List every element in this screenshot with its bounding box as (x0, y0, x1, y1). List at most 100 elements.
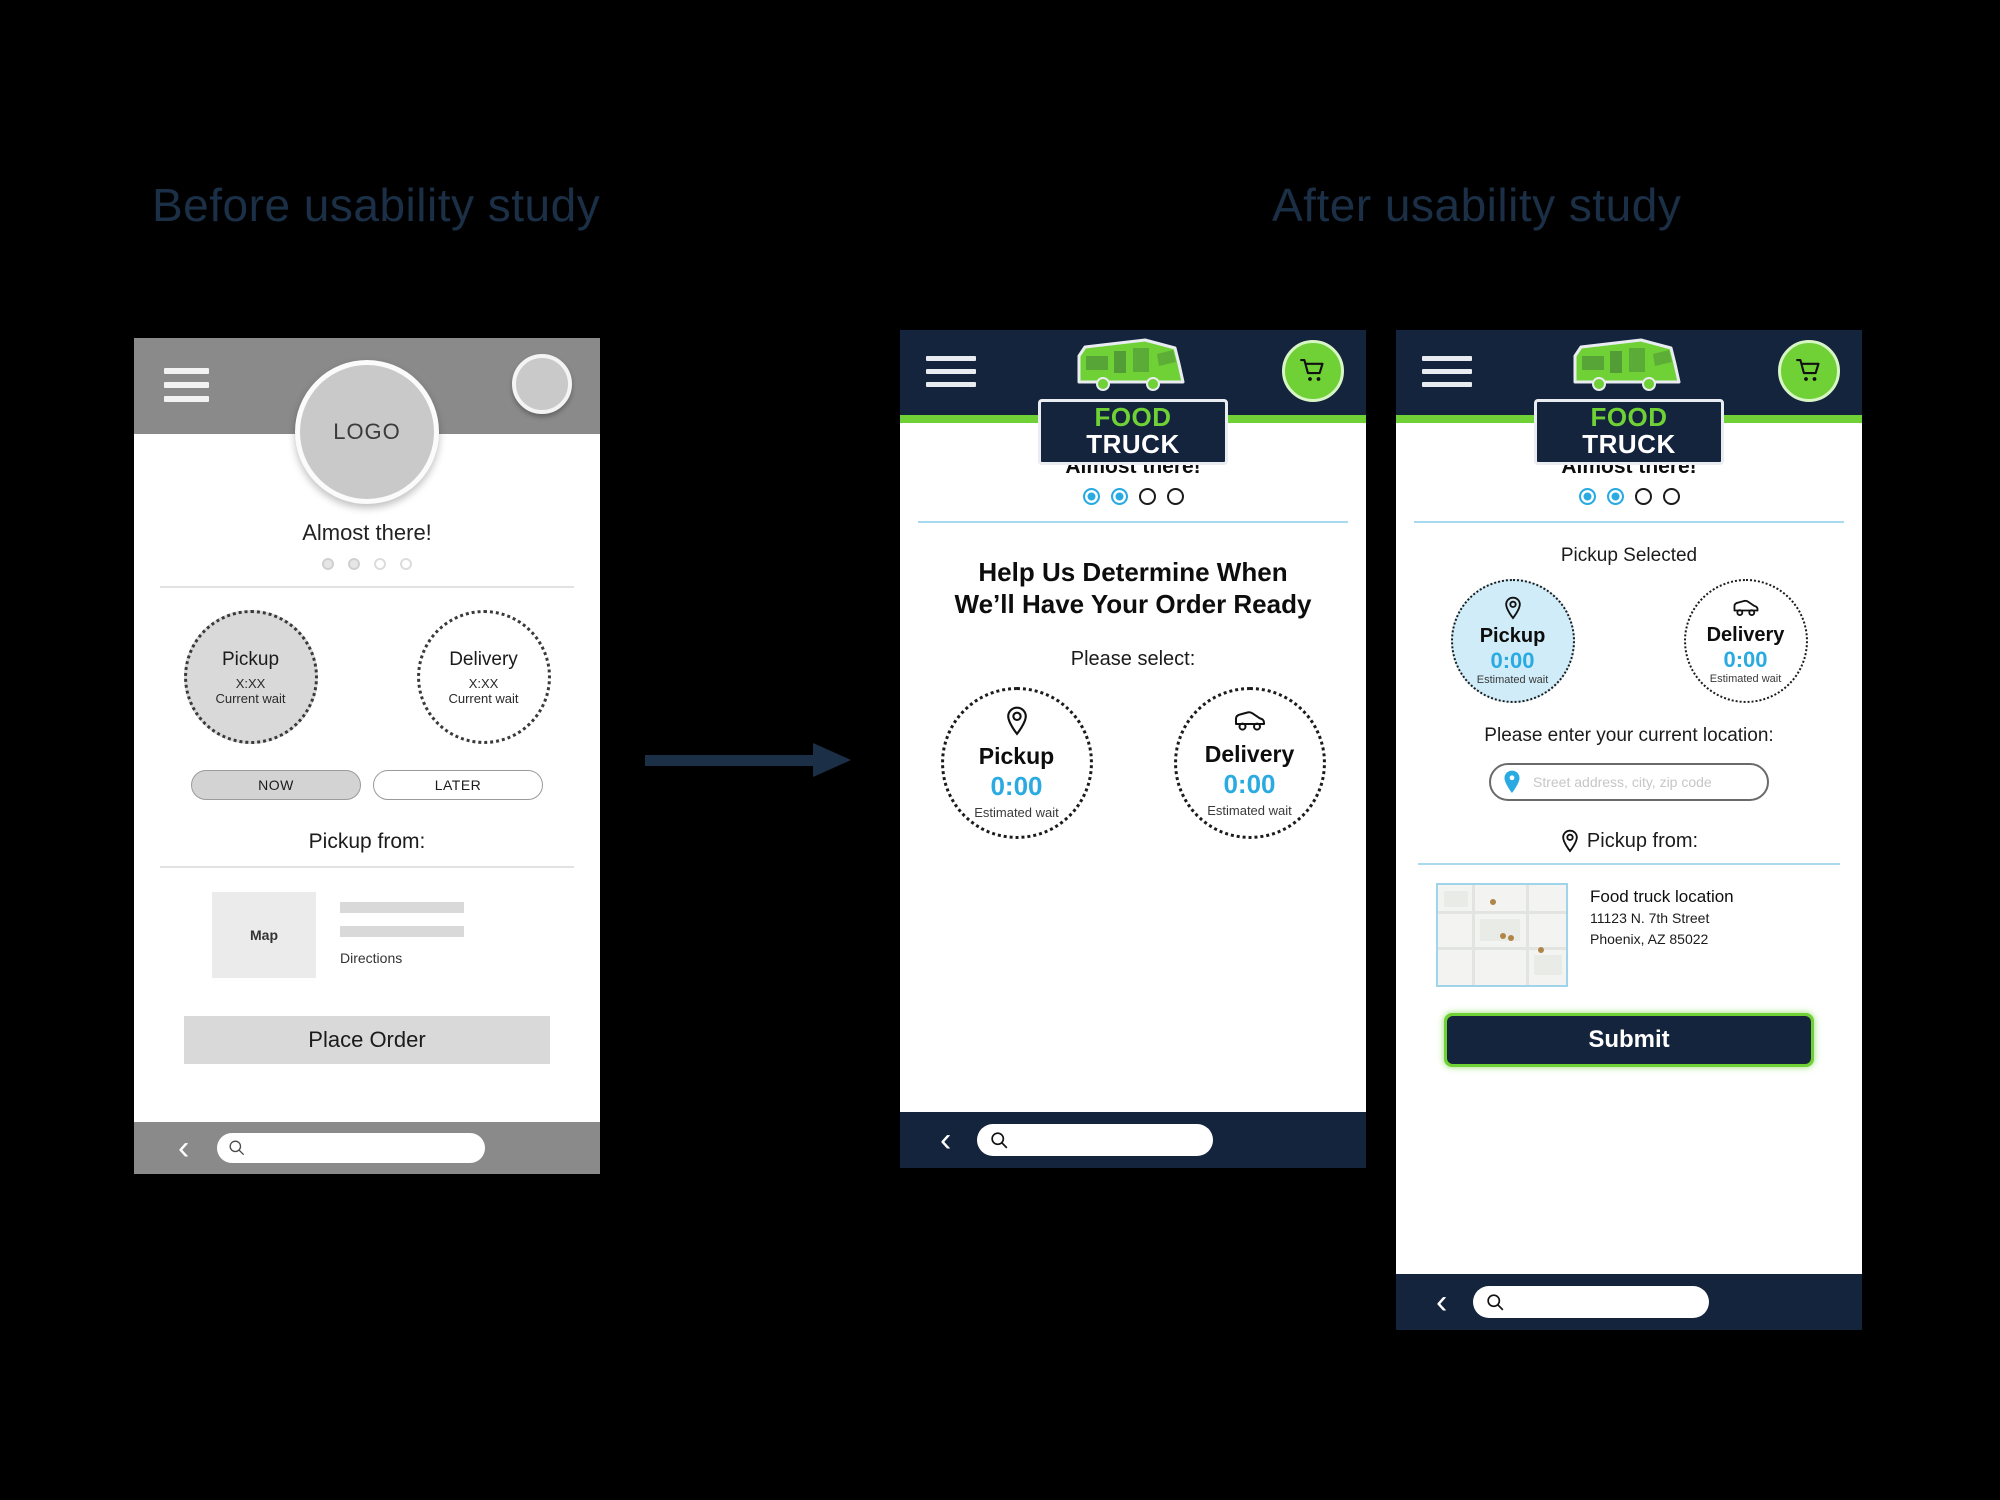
divider (918, 521, 1348, 523)
fulfillment-options: Pickup 0:00 Estimated wait Delivery 0:00… (900, 687, 1366, 840)
location-city-state-zip: Phoenix, AZ 85022 (1590, 930, 1709, 947)
progress-dots (900, 488, 1366, 505)
avatar-placeholder-icon[interactable] (512, 354, 572, 414)
divider (160, 586, 574, 588)
delivery-wait-label: Estimated wait (1709, 673, 1782, 685)
search-input[interactable] (217, 1133, 486, 1163)
progress-dot-1 (1082, 488, 1100, 505)
pickup-wait-label: Estimated wait (974, 805, 1059, 821)
location-pin-filled-icon (1504, 770, 1520, 793)
directions-link[interactable]: Directions (340, 950, 464, 966)
pickup-wait-label: Estimated wait (1476, 674, 1549, 686)
after-study-title: After usability study (1272, 179, 1682, 231)
pickup-title: Pickup (978, 743, 1055, 770)
delivery-car-icon (1732, 597, 1760, 624)
location-input[interactable]: Street address, city, zip code (1489, 763, 1769, 801)
pickup-wait-label: Current wait (215, 690, 286, 706)
progress-dot-4 (400, 558, 412, 570)
hamburger-menu-icon[interactable] (1422, 356, 1472, 388)
app-top-bar: FOOD TRUCK (900, 330, 1366, 465)
delivery-title: Delivery (449, 648, 518, 670)
search-icon (991, 1131, 1008, 1148)
brand-word-food: FOOD (1590, 402, 1668, 432)
fulfillment-options: Pickup 0:00 Estimated wait Delivery 0:00… (1396, 579, 1862, 703)
pickup-option[interactable]: Pickup 0:00 Estimated wait (1450, 579, 1575, 703)
progress-dot-3 (374, 558, 386, 570)
food-truck-icon (1573, 338, 1681, 391)
delivery-option[interactable]: Delivery 0:00 Estimated wait (1683, 579, 1808, 703)
pickup-time: 0:00 (990, 771, 1043, 802)
progress-dots (134, 558, 600, 570)
app-top-bar: FOOD TRUCK (1396, 330, 1862, 465)
headline-line-2: We’ll Have Your Order Ready (954, 588, 1312, 619)
app-bottom-bar: ‹ (1396, 1274, 1862, 1330)
location-street: 11123 N. 7th Street (1590, 910, 1710, 926)
map-placeholder[interactable]: Map (212, 892, 316, 978)
delivery-option[interactable]: Delivery 0:00 Estimated wait (1173, 687, 1326, 840)
progress-dots (1396, 488, 1862, 505)
pickup-from-label: Pickup from: (1586, 829, 1699, 852)
shopping-cart-icon (1300, 358, 1324, 381)
shopping-cart-icon (1796, 358, 1820, 381)
submit-button[interactable]: Submit (1447, 1016, 1811, 1064)
page-headline: Help Us Determine When We’ll Have Your O… (930, 557, 1336, 620)
location-input-placeholder: Street address, city, zip code (1533, 774, 1712, 790)
pickup-selected-status: Pickup Selected (1560, 545, 1698, 566)
arrow-shaft (645, 755, 820, 766)
pickup-option[interactable]: Pickup 0:00 Estimated wait (940, 687, 1093, 840)
search-icon (1487, 1293, 1504, 1310)
cart-button[interactable] (1778, 340, 1840, 402)
later-button[interactable]: LATER (373, 770, 543, 800)
timing-toggle-group: NOW LATER (134, 770, 600, 800)
back-chevron-icon[interactable]: ‹ (1436, 1285, 1447, 1319)
location-pin-icon (1503, 596, 1523, 625)
progress-dot-1 (1578, 488, 1596, 505)
hamburger-menu-icon[interactable] (926, 356, 976, 388)
progress-dot-2 (1110, 488, 1128, 505)
progress-dot-2 (348, 558, 360, 570)
screenshot-canvas: Before usability study After usability s… (0, 0, 2000, 1500)
logo-placeholder: LOGO (295, 360, 439, 504)
headline-line-1: Help Us Determine When (978, 557, 1288, 587)
search-input[interactable] (1473, 1286, 1710, 1318)
delivery-car-icon (1233, 708, 1267, 739)
map-thumbnail[interactable] (1436, 883, 1568, 987)
delivery-title: Delivery (1204, 741, 1295, 768)
search-input[interactable] (977, 1124, 1214, 1156)
now-button[interactable]: NOW (191, 770, 361, 800)
pickup-title: Pickup (1479, 625, 1546, 647)
progress-dot-4 (1166, 488, 1184, 505)
brand-word-truck: TRUCK (1086, 429, 1180, 460)
before-study-title: Before usability study (152, 179, 601, 231)
pickup-location-row: Food truck location 11123 N. 7th Street … (1436, 883, 1862, 987)
brand-logo: FOOD TRUCK (1534, 336, 1724, 465)
delivery-time: 0:00 (1723, 647, 1768, 672)
arrow-head-icon (813, 743, 851, 777)
pickup-title: Pickup (221, 648, 280, 670)
pickup-time: 0:00 (1490, 648, 1535, 673)
delivery-time: X:XX (468, 675, 499, 691)
hamburger-menu-icon[interactable] (164, 368, 209, 402)
phone-after-location-screen: FOOD TRUCK Almost there! Pickup Selected (1396, 330, 1862, 1330)
delivery-title: Delivery (1706, 624, 1785, 646)
delivery-time: 0:00 (1223, 769, 1276, 800)
address-line-placeholder-2 (340, 926, 464, 937)
back-chevron-icon[interactable]: ‹ (178, 1131, 189, 1165)
address-placeholder-block: Directions (340, 892, 464, 978)
location-pin-icon (1562, 829, 1578, 853)
wireframe-body: Almost there! Pickup X:XX Current wait D… (134, 434, 600, 1064)
pickup-option[interactable]: Pickup X:XX Current wait (183, 610, 318, 744)
cart-button[interactable] (1282, 340, 1344, 402)
delivery-option[interactable]: Delivery X:XX Current wait (416, 610, 551, 744)
progress-dot-2 (1606, 488, 1624, 505)
pickup-from-label: Pickup from: (308, 830, 426, 853)
pickup-from-header: Pickup from: (1396, 829, 1862, 853)
phone-before-wireframe: LOGO Almost there! Pickup X:XX Current w… (134, 338, 600, 1174)
food-truck-icon (1077, 338, 1185, 391)
delivery-wait-label: Estimated wait (1207, 803, 1292, 819)
back-chevron-icon[interactable]: ‹ (940, 1123, 951, 1157)
please-select-label: Please select: (1070, 648, 1196, 671)
place-order-button[interactable]: Place Order (184, 1016, 550, 1064)
map-row: Map Directions (212, 892, 600, 978)
search-icon (229, 1140, 245, 1156)
